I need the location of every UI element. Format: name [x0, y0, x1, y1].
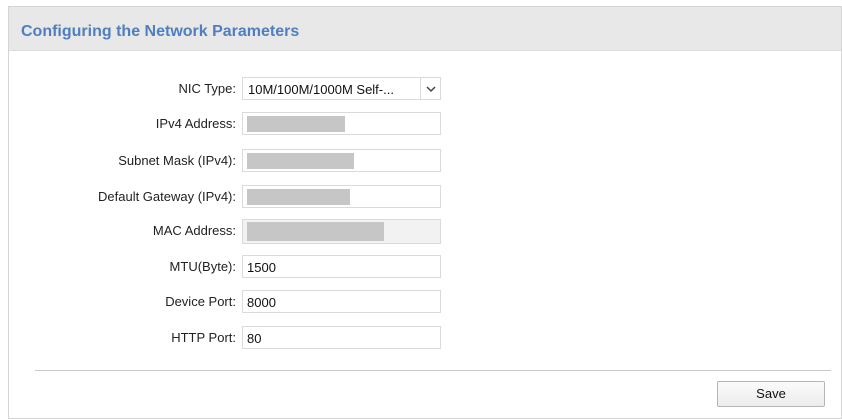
- mtu-label: MTU(Byte):: [169, 259, 236, 274]
- save-button[interactable]: Save: [717, 381, 825, 407]
- redacted-value: [247, 189, 350, 205]
- http-port-value: 80: [247, 331, 262, 346]
- subnet-mask-label: Subnet Mask (IPv4):: [118, 153, 236, 168]
- nic-type-row: NIC Type: 10M/100M/1000M Self-...: [9, 77, 841, 101]
- mac-address-field: [242, 219, 441, 244]
- device-port-input[interactable]: 8000: [242, 290, 441, 313]
- ipv4-address-row: IPv4 Address:: [9, 112, 841, 136]
- device-port-row: Device Port: 8000: [9, 290, 841, 314]
- nic-type-label: NIC Type:: [178, 81, 236, 96]
- ipv4-address-field[interactable]: [242, 112, 441, 135]
- mac-address-label: MAC Address:: [152, 223, 236, 238]
- redacted-value: [247, 116, 345, 132]
- mac-address-row: MAC Address:: [9, 219, 841, 244]
- http-port-input[interactable]: 80: [242, 326, 441, 349]
- default-gateway-field[interactable]: [242, 185, 441, 208]
- ipv4-address-label: IPv4 Address:: [155, 116, 236, 131]
- subnet-mask-field[interactable]: [242, 149, 441, 172]
- default-gateway-label: Default Gateway (IPv4):: [98, 189, 236, 204]
- default-gateway-row: Default Gateway (IPv4):: [9, 185, 841, 209]
- network-parameters-panel: Configuring the Network Parameters NIC T…: [8, 6, 842, 419]
- chevron-down-icon[interactable]: [420, 78, 440, 99]
- mtu-row: MTU(Byte): 1500: [9, 255, 841, 279]
- subnet-mask-row: Subnet Mask (IPv4):: [9, 149, 841, 173]
- mtu-input[interactable]: 1500: [242, 255, 441, 278]
- device-port-value: 8000: [247, 295, 276, 310]
- mtu-value: 1500: [247, 260, 276, 275]
- http-port-label: HTTP Port:: [171, 330, 236, 345]
- nic-type-value: 10M/100M/1000M Self-...: [248, 82, 394, 97]
- footer-divider: [35, 370, 831, 371]
- nic-type-select[interactable]: 10M/100M/1000M Self-...: [242, 77, 441, 100]
- redacted-value: [247, 153, 354, 169]
- redacted-value: [247, 222, 384, 241]
- panel-header: Configuring the Network Parameters: [9, 7, 841, 51]
- page-title: Configuring the Network Parameters: [21, 23, 300, 40]
- http-port-row: HTTP Port: 80: [9, 326, 841, 350]
- device-port-label: Device Port:: [165, 294, 236, 309]
